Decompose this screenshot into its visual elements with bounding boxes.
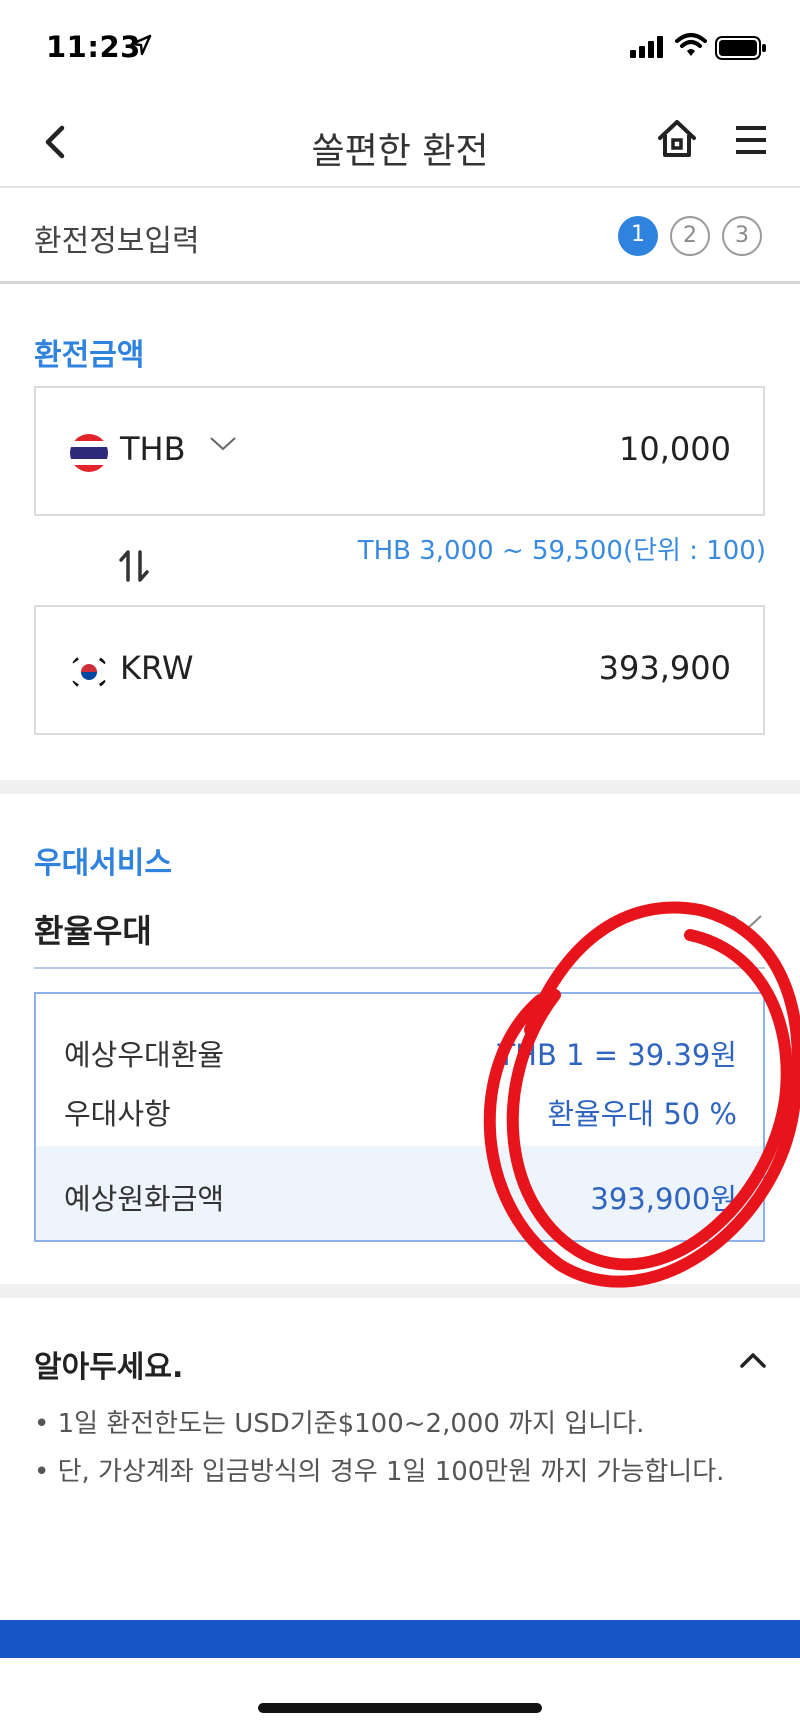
benefit-type-label[interactable]: 환율우대	[34, 906, 152, 952]
rate-value: THB 1 = 39.39원	[497, 1038, 737, 1072]
notice-item: • 단, 가상계좌 입금방식의 경우 1일 100만원 까지 가능합니다.	[34, 1457, 725, 1487]
battery-icon	[715, 36, 766, 60]
korea-flag-icon	[70, 653, 108, 691]
amount-range-hint: THB 3,000 ~ 59,500(단위 : 100)	[357, 536, 766, 566]
from-currency-code[interactable]: THB	[120, 430, 186, 468]
step-label: 환전정보입력	[34, 224, 200, 259]
step-2: 2	[670, 216, 710, 256]
rate-label: 예상우대환율	[64, 1038, 225, 1072]
benefit-label: 우대사항	[64, 1097, 171, 1131]
step-indicator-bar: 환전정보입력 1 2 3	[0, 190, 800, 284]
next-button[interactable]	[0, 1620, 800, 1658]
section-divider	[0, 780, 800, 794]
home-icon[interactable]	[654, 116, 700, 162]
to-currency-code: KRW	[120, 649, 194, 687]
status-time: 11:23	[46, 30, 141, 64]
home-indicator-area	[0, 1658, 800, 1731]
exchange-amount-section-title: 환전금액	[34, 338, 145, 373]
thailand-flag-icon	[70, 434, 108, 472]
from-amount-value[interactable]: 10,000	[619, 430, 731, 468]
menu-icon[interactable]	[732, 120, 772, 160]
section-divider-2	[0, 1284, 800, 1298]
cellular-signal-icon	[630, 36, 663, 58]
step-3: 3	[722, 216, 762, 256]
estimated-krw-value: 393,900원	[590, 1182, 737, 1216]
collapse-chevron-up-icon[interactable]	[738, 1350, 768, 1370]
notice-title: 알아두세요.	[34, 1350, 184, 1385]
rate-summary-box: 예상우대환율 THB 1 = 39.39원 우대사항 환율우대 50 % 예상원…	[34, 992, 765, 1242]
swap-arrows-icon[interactable]	[116, 548, 152, 584]
to-amount-value: 393,900	[598, 649, 731, 687]
from-amount-field[interactable]: THB 10,000	[34, 386, 765, 516]
currency-dropdown-chevron-icon[interactable]	[208, 434, 238, 454]
status-bar: 11:23	[0, 0, 800, 96]
notice-item: • 1일 환전한도는 USD기준$100~2,000 까지 입니다.	[34, 1409, 645, 1439]
wifi-icon	[675, 33, 707, 56]
benefit-dropdown-chevron-icon[interactable]	[730, 912, 764, 934]
app-header: 쏠편한 환전	[0, 96, 800, 188]
step-1: 1	[618, 216, 658, 256]
benefit-service-section-title: 우대서비스	[34, 846, 172, 881]
estimated-krw-label: 예상원화금액	[64, 1182, 225, 1216]
benefit-underline	[34, 967, 765, 969]
benefit-value: 환율우대 50 %	[547, 1097, 737, 1131]
home-indicator	[258, 1703, 542, 1713]
to-amount-field[interactable]: KRW 393,900	[34, 605, 765, 735]
location-arrow-icon	[130, 34, 152, 56]
